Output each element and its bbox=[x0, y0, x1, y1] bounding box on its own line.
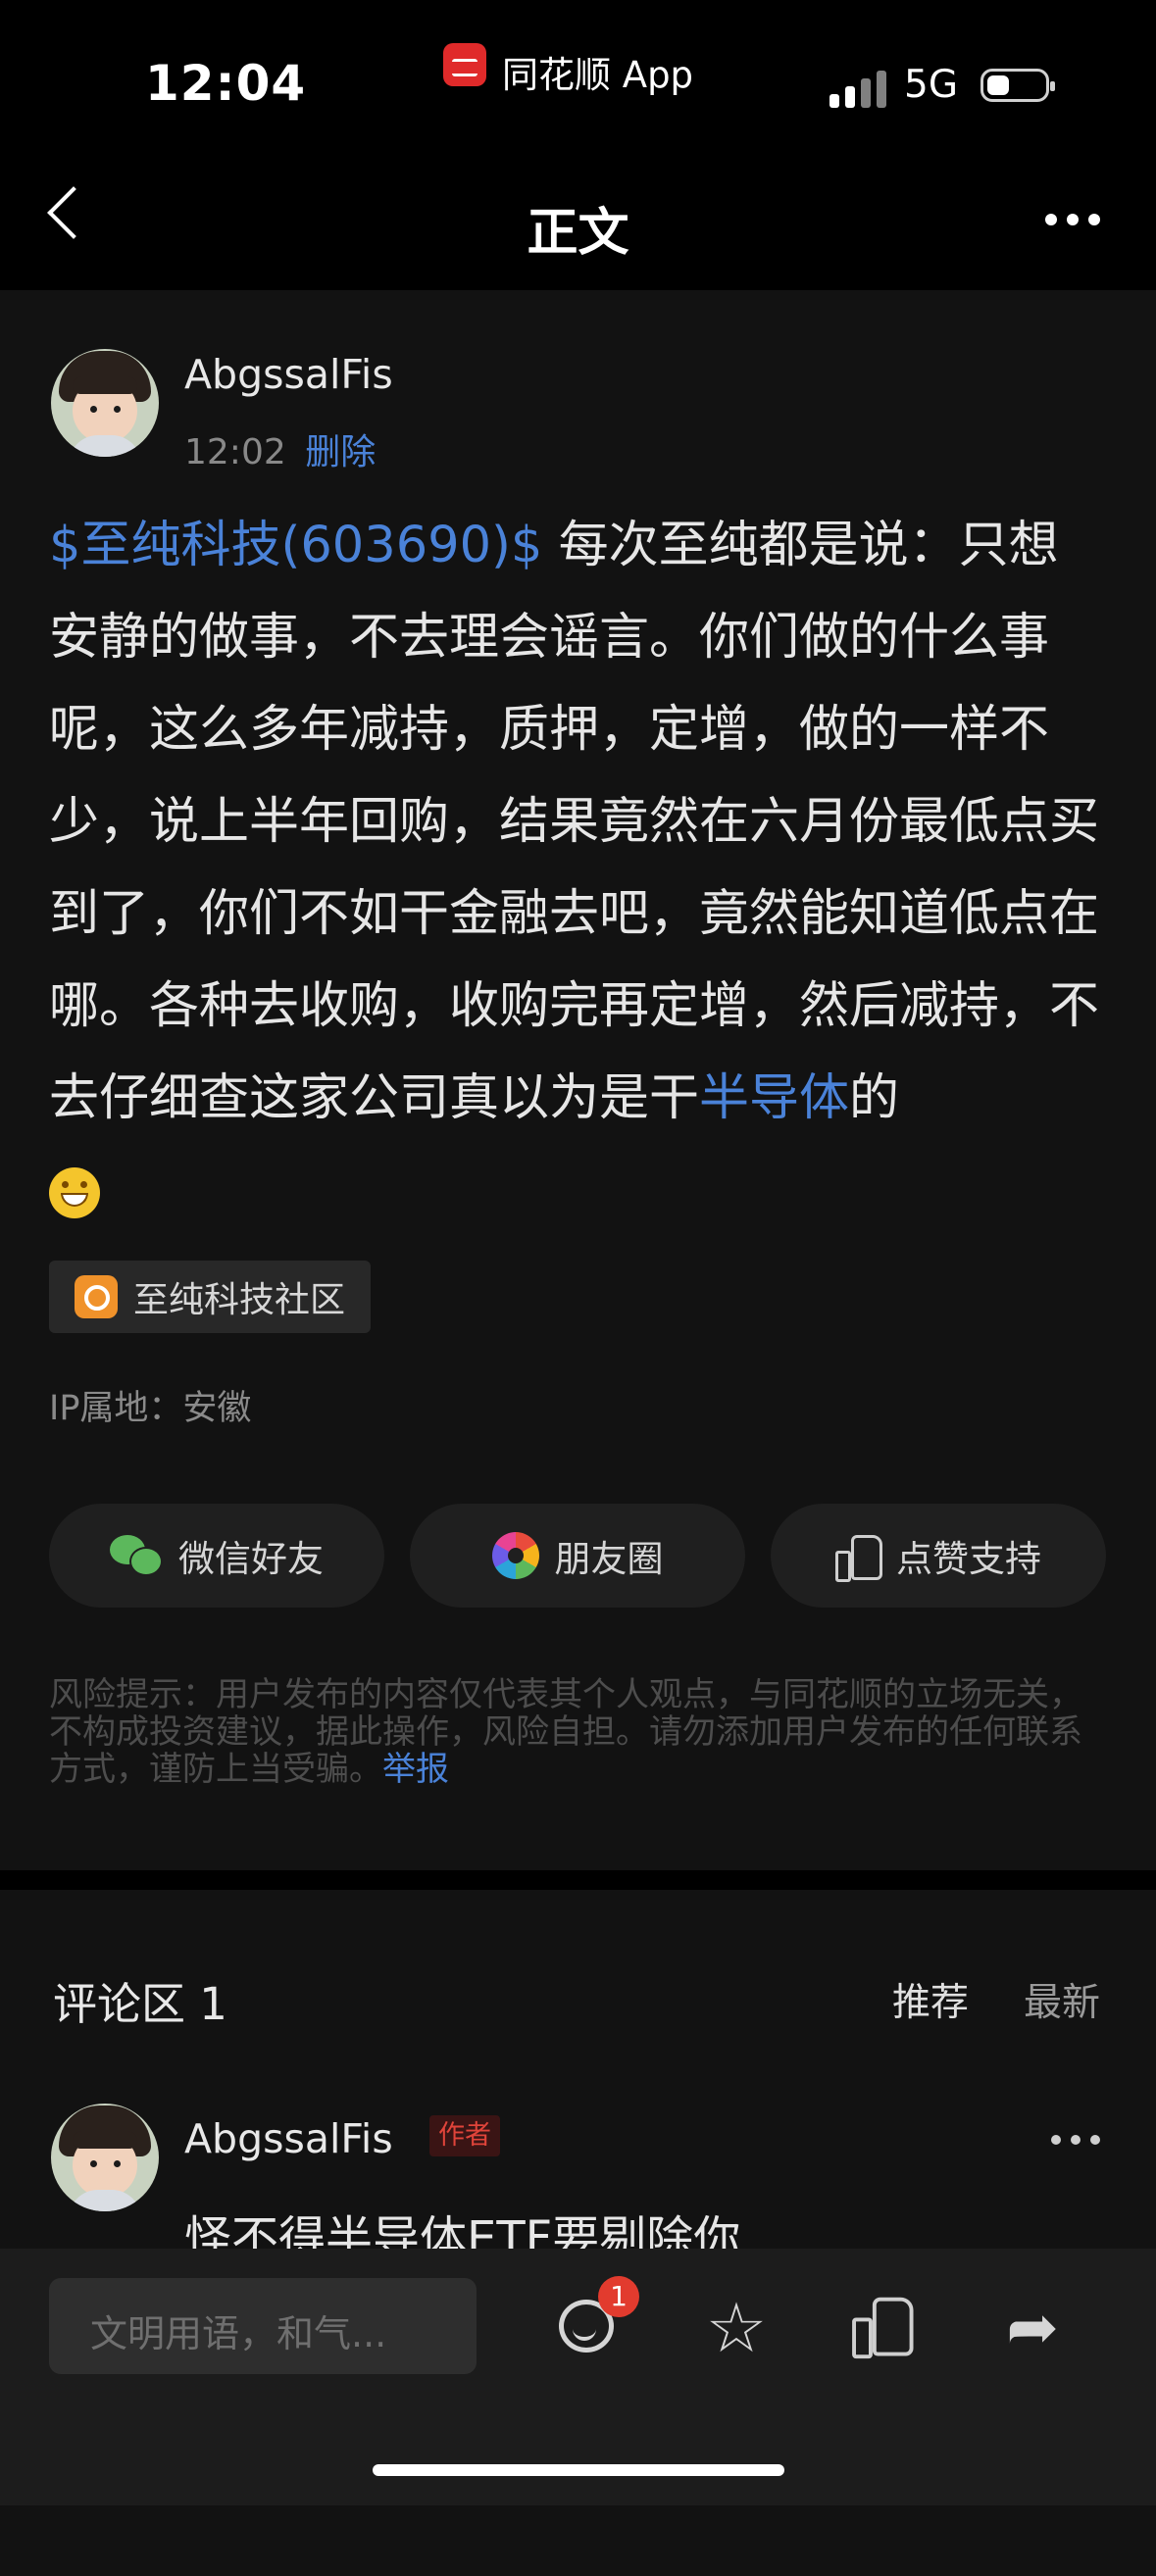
like-support-label: 点赞支持 bbox=[896, 1538, 1041, 1580]
comment-input-placeholder: 文明用语，和气... bbox=[90, 2312, 387, 2355]
cellular-signal-icon bbox=[829, 67, 890, 108]
favorite-star-icon[interactable]: ☆ bbox=[702, 2294, 771, 2362]
author-avatar[interactable] bbox=[51, 349, 159, 457]
more-options-icon[interactable] bbox=[1045, 214, 1102, 227]
ip-location: IP属地：安徽 bbox=[49, 1389, 252, 1428]
thumbs-up-icon bbox=[852, 2295, 914, 2359]
status-time: 12:04 bbox=[145, 55, 307, 112]
author-name[interactable]: AbgssalFis bbox=[184, 351, 393, 398]
post-time: 12:02 删除 bbox=[184, 423, 376, 474]
thumbs-up-icon bbox=[835, 1533, 882, 1582]
app-logo-icon bbox=[443, 43, 486, 86]
wechat-icon bbox=[110, 1535, 163, 1576]
status-app-label[interactable]: 同花顺 App bbox=[502, 45, 693, 98]
community-tag[interactable]: 至纯科技社区 bbox=[49, 1261, 372, 1333]
topic-link[interactable]: 半导体 bbox=[699, 1069, 849, 1127]
post-body: $至纯科技(603690)$ 每次至纯都是说：只想安静的做事，不去理会谣言。你们… bbox=[49, 500, 1108, 1237]
comments-title: 评论区 1 bbox=[53, 1978, 227, 2030]
risk-disclaimer: 风险提示：用户发布的内容仅代表其个人观点，与同花顺的立场无关，不构成投资建议，据… bbox=[49, 1676, 1108, 1788]
home-indicator bbox=[373, 2464, 784, 2476]
comment-avatar[interactable] bbox=[51, 2104, 159, 2211]
comment-count-badge: 1 bbox=[598, 2276, 639, 2317]
report-link[interactable]: 举报 bbox=[382, 1750, 449, 1789]
risk-text: 风险提示：用户发布的内容仅代表其个人观点，与同花顺的立场无关，不构成投资建议，据… bbox=[49, 1675, 1082, 1789]
like-button[interactable] bbox=[851, 2294, 920, 2362]
stock-link[interactable]: $至纯科技(603690)$ bbox=[49, 517, 542, 574]
post-timestamp: 12:02 bbox=[184, 432, 286, 472]
moments-icon bbox=[491, 1532, 539, 1579]
post-text-part2: 的 bbox=[849, 1069, 900, 1127]
post-text-part1: 每次至纯都是说：只想安静的做事，不去理会谣言。你们做的什么事呢，这么多年减持，质… bbox=[49, 517, 1100, 1127]
comment-more-icon[interactable] bbox=[1051, 2135, 1102, 2147]
page-title: 正文 bbox=[527, 204, 629, 263]
delete-link[interactable]: 删除 bbox=[305, 432, 376, 472]
comment-author[interactable]: AbgssalFis bbox=[184, 2115, 393, 2162]
author-badge: 作者 bbox=[429, 2115, 500, 2156]
grin-emoji-icon bbox=[49, 1167, 100, 1218]
community-icon bbox=[75, 1275, 118, 1318]
network-type: 5G bbox=[904, 63, 959, 107]
share-wechat-button[interactable]: 微信好友 bbox=[49, 1504, 384, 1608]
share-wechat-label: 微信好友 bbox=[178, 1538, 324, 1580]
battery-icon bbox=[980, 69, 1055, 102]
sort-recommend-tab[interactable]: 推荐 bbox=[892, 1972, 969, 2027]
like-support-button[interactable]: 点赞支持 bbox=[771, 1504, 1106, 1608]
share-moments-label: 朋友圈 bbox=[554, 1538, 664, 1580]
share-moments-button[interactable]: 朋友圈 bbox=[410, 1504, 745, 1608]
share-arrow-icon[interactable]: ➦ bbox=[998, 2294, 1067, 2362]
community-tag-label: 至纯科技社区 bbox=[133, 1280, 346, 1320]
sort-latest-tab[interactable]: 最新 bbox=[1024, 1972, 1100, 2027]
